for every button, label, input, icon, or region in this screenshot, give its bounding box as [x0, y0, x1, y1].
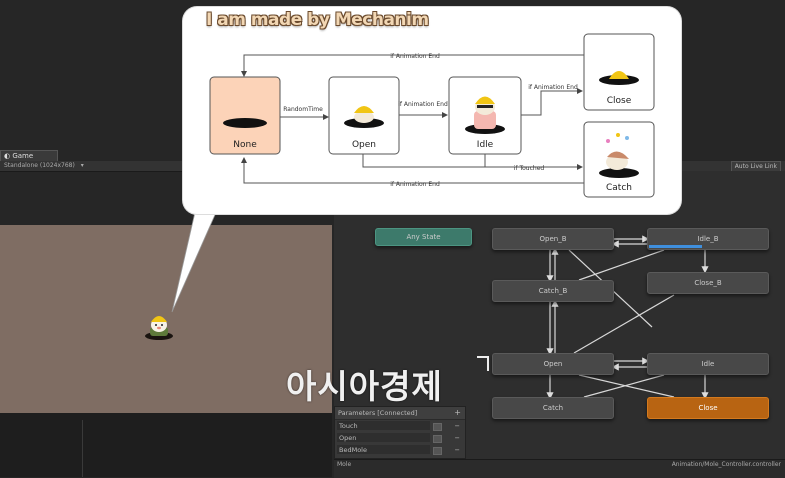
bubble-title: I am made by Mechanim: [206, 10, 429, 30]
panel-divider: [0, 420, 83, 477]
state-catch-b[interactable]: Catch_B: [492, 280, 614, 302]
parameter-checkbox[interactable]: [433, 423, 442, 431]
edge-label-anim-end-bottom: if Animation End: [390, 181, 440, 188]
add-parameter-button[interactable]: +: [454, 407, 461, 419]
remove-parameter-button[interactable]: −: [455, 420, 460, 432]
watermark-logo-icon: [477, 356, 489, 371]
parameter-name: Touch: [339, 422, 358, 430]
game-tab-label: Game: [12, 152, 34, 160]
state-close-b[interactable]: Close_B: [647, 272, 769, 294]
edge-label-anim-end-idle-close: if Animation End: [528, 84, 578, 91]
transition-open-close: [578, 374, 675, 398]
selected-object-name: Mole: [337, 461, 352, 468]
game-tab[interactable]: ◐ Game: [0, 150, 58, 161]
edge-idle-close: [521, 88, 583, 116]
transition-idle-catch: [583, 374, 665, 398]
edge-label-anim-end-open-idle: if Animation End: [398, 101, 448, 108]
parameters-header: Parameters [Connected] +: [335, 407, 465, 420]
remove-parameter-button[interactable]: −: [455, 444, 460, 456]
state-close[interactable]: Close: [647, 397, 769, 419]
watermark-text: 아시아경제: [286, 367, 443, 406]
state-catch[interactable]: Catch: [492, 397, 614, 419]
remove-parameter-button[interactable]: −: [455, 432, 460, 444]
controller-path: Animation/Mole_Controller.controller: [671, 461, 781, 468]
parameter-row: Open −: [335, 432, 465, 444]
bubble-tail: [171, 208, 219, 313]
node-close-label: Close: [607, 96, 632, 106]
parameter-name: BedMole: [339, 446, 367, 454]
parameter-name: Open: [339, 434, 357, 442]
chevron-down-icon[interactable]: ▾: [81, 162, 84, 169]
parameter-checkbox[interactable]: [433, 435, 442, 443]
state-open-b[interactable]: Open_B: [492, 228, 614, 250]
parameters-panel: Parameters [Connected] + Touch − Open − …: [334, 406, 466, 459]
edge-label-anim-end-top: if Animation End: [390, 53, 440, 60]
mechanim-diagram: None Open Idle Close Catch if Animation …: [209, 33, 655, 198]
state-open[interactable]: Open: [492, 353, 614, 375]
parameter-row: BedMole −: [335, 444, 465, 456]
animator-status-bar: Mole Animation/Mole_Controller.controlle…: [334, 459, 785, 478]
parameters-title: Parameters [Connected]: [338, 409, 418, 417]
state-any-state[interactable]: Any State: [375, 228, 472, 246]
state-idle[interactable]: Idle: [647, 353, 769, 375]
resolution-dropdown[interactable]: Standalone (1024x768): [4, 162, 75, 169]
node-open-label: Open: [352, 140, 376, 150]
idle-b-progress-bar: [649, 245, 702, 248]
parameter-checkbox[interactable]: [433, 447, 442, 455]
edge-touched-catch: [362, 153, 583, 170]
edge-label-random-time: RandomTime: [283, 106, 323, 113]
parameter-row: Touch −: [335, 420, 465, 432]
node-none-label: None: [233, 140, 257, 150]
transition-open-closeb: [573, 294, 675, 354]
node-catch-label: Catch: [606, 183, 632, 193]
node-idle-label: Idle: [477, 140, 494, 150]
edge-label-if-touched: if Touched: [514, 165, 545, 172]
